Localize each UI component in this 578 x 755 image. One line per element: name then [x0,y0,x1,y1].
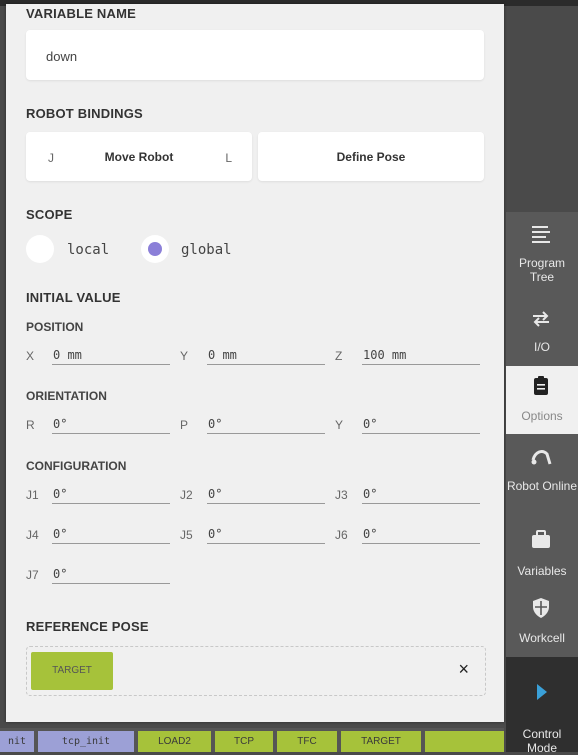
robot-arm-icon [531,450,552,465]
orientation-y-field[interactable]: 0° [362,417,480,434]
variable-chip-tcp-init[interactable]: tcp_init [38,731,134,752]
sidebar-item-robot-online[interactable]: Robot Online [506,440,578,508]
reference-pose-dropzone[interactable]: TARGET × [26,646,486,696]
bottom-variable-bar: nit tcp_init LOAD2 TCP TFC TARGET [0,728,504,752]
scope-heading: SCOPE [26,207,73,222]
variable-chip-load2[interactable]: LOAD2 [138,731,211,752]
config-j7-label: J7 [26,568,39,582]
sidebar-item-control-mode[interactable]: Control Mode [506,657,578,755]
close-icon[interactable]: × [458,659,469,680]
define-pose-button[interactable]: Define Pose [258,132,484,181]
orientation-y-value: 0° [363,417,378,431]
config-j2-value: 0° [208,487,223,501]
sidebar-item-program-tree[interactable]: Program Tree [506,212,578,287]
list-icon [532,226,550,243]
position-x-field[interactable]: 0 mm [52,348,170,365]
config-j5-value: 0° [208,527,223,541]
play-icon [537,684,547,700]
orientation-y-label: Y [335,418,344,432]
variable-name-heading: VARIABLE NAME [26,6,136,21]
define-pose-label: Define Pose [336,150,406,164]
position-x-label: X [26,349,35,363]
shield-icon [533,598,549,618]
variable-chip-tcp[interactable]: TCP [215,731,273,752]
config-j2-label: J2 [180,488,193,502]
variable-editor-panel: VARIABLE NAME down ROBOT BINDINGS J Move… [6,4,504,722]
config-j6-field[interactable]: 0° [362,527,480,544]
sidebar-item-io[interactable]: I/O [506,292,578,360]
sidebar-label-options: Options [521,409,563,423]
variable-name-value: down [46,49,78,64]
orientation-r-label: R [26,418,35,432]
reference-pose-chip[interactable]: TARGET [31,652,113,690]
sidebar-label-robot-online: Robot Online [506,479,578,493]
config-j4-field[interactable]: 0° [52,527,170,544]
variable-name-input[interactable]: down [26,30,484,80]
scope-local-radio[interactable] [26,235,54,263]
sidebar-label-variables: Variables [517,564,567,578]
variable-chip-tfc[interactable]: TFC [277,731,337,752]
move-robot-button[interactable]: J Move Robot L [26,132,252,181]
position-y-field[interactable]: 0 mm [207,348,325,365]
config-j6-value: 0° [363,527,378,541]
robot-bindings-heading: ROBOT BINDINGS [26,106,143,121]
orientation-heading: ORIENTATION [26,389,107,403]
sidebar-label-workcell: Workcell [519,631,565,645]
config-j3-field[interactable]: 0° [362,487,480,504]
config-j3-value: 0° [363,487,378,501]
position-z-label: Z [335,349,343,363]
config-j1-value: 0° [53,487,68,501]
sidebar-item-options[interactable]: Options [506,366,578,434]
config-j1-label: J1 [26,488,39,502]
config-j7-field[interactable]: 0° [52,567,170,584]
position-x-value: 0 mm [53,348,82,362]
variable-chip-nit[interactable]: nit [0,731,34,752]
sidebar-label-control-mode: Control Mode [522,727,562,755]
orientation-r-value: 0° [53,417,68,431]
position-z-field[interactable]: 100 mm [362,348,480,365]
sidebar-label-program-tree: Program Tree [518,256,565,284]
io-arrows-icon [533,311,549,327]
move-robot-label: Move Robot [104,150,174,164]
scope-local-label[interactable]: local [67,242,109,258]
position-heading: POSITION [26,320,84,334]
config-j7-value: 0° [53,567,68,581]
sidebar-item-workcell[interactable]: Workcell [506,587,578,655]
position-y-label: Y [180,349,189,363]
initial-value-heading: INITIAL VALUE [26,290,121,305]
scope-global-label[interactable]: global [181,242,232,258]
configuration-heading: CONFIGURATION [26,459,127,473]
variable-chip-target[interactable]: TARGET [341,731,421,752]
right-sidebar: Program Tree I/O Options Robot Online Va… [506,212,578,755]
position-z-value: 100 mm [363,348,407,362]
orientation-r-field[interactable]: 0° [52,417,170,434]
sidebar-label-io: I/O [533,340,550,354]
config-j2-field[interactable]: 0° [207,487,325,504]
config-j5-field[interactable]: 0° [207,527,325,544]
reference-pose-heading: REFERENCE POSE [26,619,149,634]
config-j6-label: J6 [335,528,348,542]
variable-chip-partial[interactable] [425,731,504,752]
config-j4-label: J4 [26,528,39,542]
orientation-p-value: 0° [208,417,223,431]
orientation-p-label: P [180,418,189,432]
orientation-p-field[interactable]: 0° [207,417,325,434]
scope-global-radio[interactable] [141,235,169,263]
config-j4-value: 0° [53,527,68,541]
l-key-label: L [225,151,232,165]
position-y-value: 0 mm [208,348,237,362]
briefcase-icon [532,530,550,548]
sidebar-item-variables[interactable]: Variables [506,512,578,580]
config-j5-label: J5 [180,528,193,542]
clipboard-icon [534,376,548,395]
config-j1-field[interactable]: 0° [52,487,170,504]
config-j3-label: J3 [335,488,348,502]
